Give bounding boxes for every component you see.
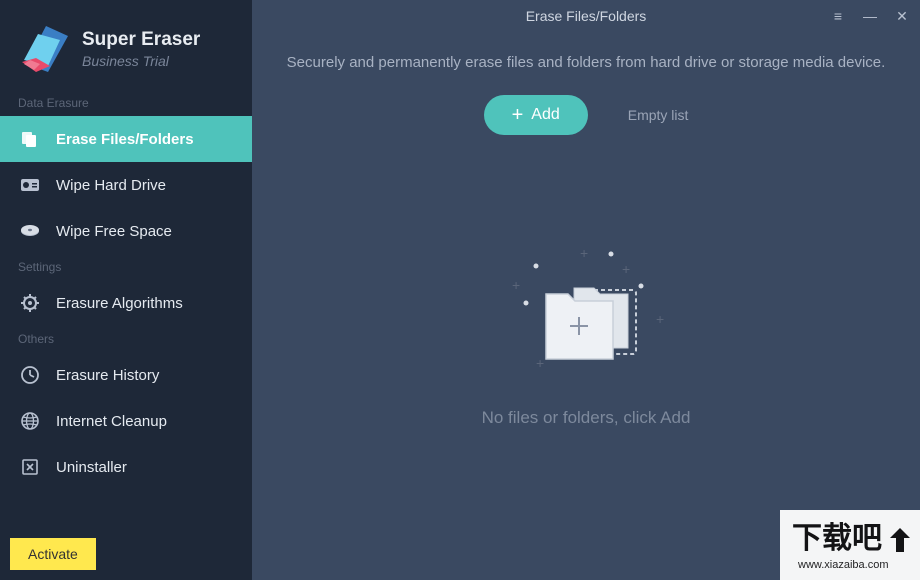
app-logo-icon <box>18 22 72 76</box>
page-subtitle: Securely and permanently erase files and… <box>252 32 920 81</box>
svg-text:+: + <box>622 261 630 277</box>
actions-row: + Add Empty list <box>252 95 920 135</box>
disk-icon <box>18 219 42 243</box>
watermark-url: www.xiazaiba.com <box>797 559 888 571</box>
sidebar-item-erase-files[interactable]: Erase Files/Folders <box>0 116 252 162</box>
empty-state-text: No files or folders, click Add <box>482 408 691 428</box>
clock-icon <box>18 363 42 387</box>
sidebar-item-uninstaller[interactable]: Uninstaller <box>0 444 252 490</box>
section-settings: Settings <box>0 254 252 280</box>
hard-drive-icon <box>18 173 42 197</box>
folder-illustration-icon: + + + + + <box>506 248 666 388</box>
section-others: Others <box>0 326 252 352</box>
sidebar-item-label: Wipe Hard Drive <box>56 177 166 194</box>
sidebar-item-label: Uninstaller <box>56 459 127 476</box>
main-content: Erase Files/Folders ≡ — ✕ Securely and p… <box>252 0 920 580</box>
svg-text:+: + <box>536 355 544 371</box>
svg-text:+: + <box>656 311 664 327</box>
sidebar-item-label: Internet Cleanup <box>56 413 167 430</box>
sidebar-item-label: Erasure History <box>56 367 159 384</box>
sidebar-item-history[interactable]: Erasure History <box>0 352 252 398</box>
menu-icon[interactable]: ≡ <box>830 8 846 25</box>
watermark: 下载吧 www.xiazaiba.com <box>780 510 920 580</box>
plus-icon: + <box>512 105 524 125</box>
sidebar-item-wipe-drive[interactable]: Wipe Hard Drive <box>0 162 252 208</box>
minimize-icon[interactable]: — <box>862 8 878 25</box>
globe-icon <box>18 409 42 433</box>
sidebar-item-label: Erasure Algorithms <box>56 295 183 312</box>
sidebar-item-algorithms[interactable]: Erasure Algorithms <box>0 280 252 326</box>
section-data-erasure: Data Erasure <box>0 90 252 116</box>
add-label: Add <box>531 106 559 124</box>
title-bar: Erase Files/Folders ≡ — ✕ <box>252 0 920 32</box>
brand-header: Super Eraser Business Trial <box>0 0 252 90</box>
files-icon <box>18 127 42 151</box>
sidebar-item-label: Wipe Free Space <box>56 223 172 240</box>
brand-title: Super Eraser <box>82 29 200 51</box>
sidebar-item-label: Erase Files/Folders <box>56 131 194 148</box>
page-title: Erase Files/Folders <box>526 8 647 24</box>
sidebar-item-wipe-free[interactable]: Wipe Free Space <box>0 208 252 254</box>
empty-list-link[interactable]: Empty list <box>628 107 689 123</box>
sidebar-item-internet[interactable]: Internet Cleanup <box>0 398 252 444</box>
activate-button[interactable]: Activate <box>10 538 96 570</box>
brand-subtitle: Business Trial <box>82 53 200 69</box>
watermark-text: 下载吧 <box>792 522 882 555</box>
uninstall-icon <box>18 455 42 479</box>
sidebar: Super Eraser Business Trial Data Erasure… <box>0 0 252 580</box>
add-button[interactable]: + Add <box>484 95 588 135</box>
close-icon[interactable]: ✕ <box>894 8 910 25</box>
svg-text:+: + <box>512 277 520 293</box>
svg-text:+: + <box>580 248 588 261</box>
gear-icon <box>18 291 42 315</box>
